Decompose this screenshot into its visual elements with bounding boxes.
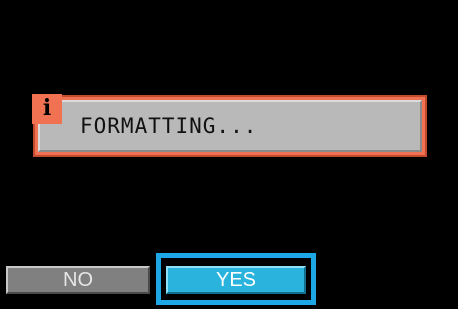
dialog-body: i FORMATTING... <box>32 94 422 152</box>
yes-button[interactable]: YES <box>166 266 306 294</box>
format-notice-dialog: i FORMATTING... <box>32 94 427 157</box>
no-button[interactable]: NO <box>6 266 150 294</box>
camera-lcd-screen: i FORMATTING... NO YES <box>0 0 458 309</box>
info-icon: i <box>32 94 62 124</box>
dialog-message: FORMATTING... <box>80 114 258 138</box>
